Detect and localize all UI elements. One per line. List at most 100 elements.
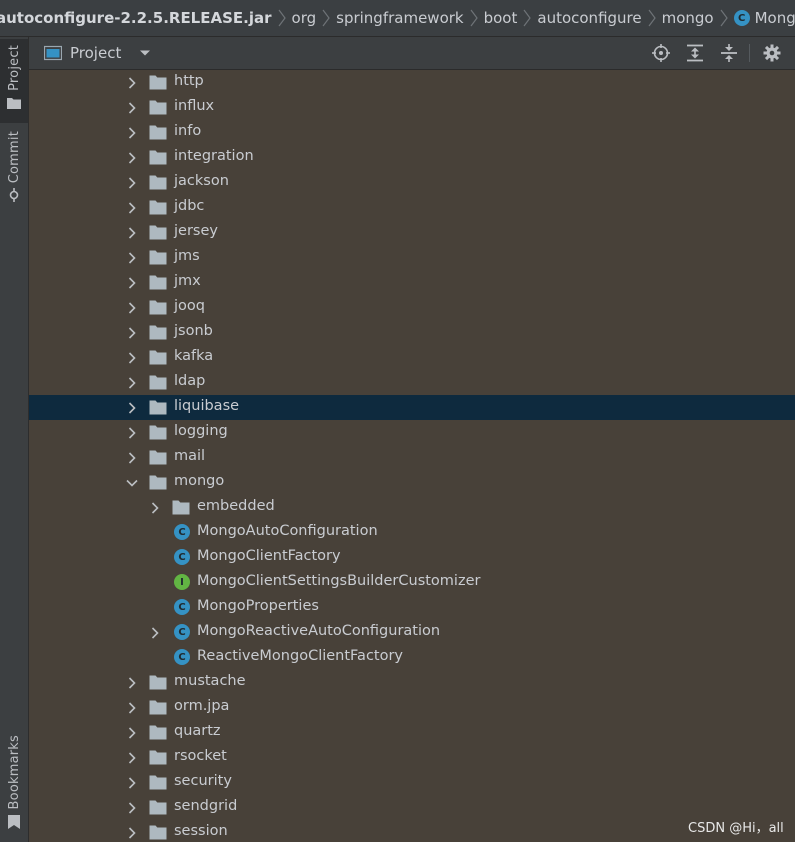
chevron-right-icon[interactable]	[126, 752, 138, 764]
chevron-down-icon[interactable]	[126, 477, 138, 489]
tree-folder-row[interactable]: influx	[29, 95, 795, 120]
class-icon: C	[733, 10, 750, 26]
bookmarks-tool-button[interactable]: Bookmarks	[0, 735, 28, 831]
tree-folder-row[interactable]: sendgrid	[29, 795, 795, 820]
tree-folder-row[interactable]: jms	[29, 245, 795, 270]
chevron-right-icon[interactable]	[126, 352, 138, 364]
tree-folder-row[interactable]: logging	[29, 420, 795, 445]
chevron-right-icon[interactable]	[126, 727, 138, 739]
tree-item-label: mustache	[174, 673, 246, 689]
chevron-right-icon[interactable]	[126, 202, 138, 214]
breadcrumb-separator-icon	[322, 9, 330, 27]
tree-folder-row[interactable]: jooq	[29, 295, 795, 320]
chevron-right-icon[interactable]	[126, 802, 138, 814]
tree-folder-row[interactable]: jdbc	[29, 195, 795, 220]
commit-icon	[9, 188, 19, 203]
chevron-right-icon[interactable]	[126, 102, 138, 114]
tree-folder-row[interactable]: liquibase	[29, 395, 795, 420]
tree-folder-row[interactable]: info	[29, 120, 795, 145]
chevron-right-icon[interactable]	[126, 77, 138, 89]
folder-icon	[149, 250, 167, 265]
header-divider	[749, 44, 750, 62]
navigation-breadcrumb: autoconfigure-2.2.5.RELEASE.jar org spring…	[0, 0, 795, 37]
tree-folder-row[interactable]: kafka	[29, 345, 795, 370]
tree-folder-row[interactable]: jmx	[29, 270, 795, 295]
tree-item-label: jackson	[174, 173, 229, 189]
breadcrumb-item[interactable]: mongo	[656, 9, 720, 27]
tree-item-label: integration	[174, 148, 254, 164]
tree-folder-row[interactable]: integration	[29, 145, 795, 170]
chevron-right-icon[interactable]	[126, 277, 138, 289]
tree-folder-row[interactable]: http	[29, 70, 795, 95]
chevron-right-icon[interactable]	[126, 327, 138, 339]
chevron-right-icon[interactable]	[126, 702, 138, 714]
tree-folder-row[interactable]: jersey	[29, 220, 795, 245]
chevron-right-icon[interactable]	[126, 177, 138, 189]
project-view-icon	[44, 45, 62, 61]
chevron-right-icon[interactable]	[126, 402, 138, 414]
chevron-right-icon[interactable]	[126, 252, 138, 264]
tree-class-row[interactable]: C MongoProperties	[29, 595, 795, 620]
view-selector-dropdown[interactable]	[139, 49, 151, 57]
breadcrumb-item[interactable]: org	[286, 9, 323, 27]
expand-all-button[interactable]	[685, 43, 705, 63]
commit-tool-button[interactable]: Commit	[0, 131, 28, 203]
class-icon: C	[174, 549, 190, 565]
expand-all-icon	[687, 44, 703, 62]
breadcrumb-item[interactable]: autoconfigure	[531, 9, 647, 27]
tree-folder-row[interactable]: mail	[29, 445, 795, 470]
chevron-right-icon[interactable]	[149, 627, 161, 639]
tree-folder-row[interactable]: security	[29, 770, 795, 795]
tree-item-label: kafka	[174, 348, 214, 364]
folder-icon	[149, 825, 167, 840]
tree-item-label: info	[174, 123, 202, 139]
tree-item-label: jdbc	[174, 198, 205, 214]
tree-folder-row[interactable]: ldap	[29, 370, 795, 395]
tree-folder-row[interactable]: embedded	[29, 495, 795, 520]
chevron-right-icon[interactable]	[149, 502, 161, 514]
chevron-right-icon[interactable]	[126, 377, 138, 389]
folder-icon	[172, 500, 190, 515]
tree-item-label: jooq	[174, 298, 205, 314]
settings-button[interactable]	[762, 43, 782, 63]
breadcrumb-current-class[interactable]: CMongoProperties	[728, 9, 795, 27]
tree-item-label: security	[174, 773, 232, 789]
breadcrumb-item[interactable]: boot	[478, 9, 524, 27]
breadcrumb-item[interactable]: autoconfigure-2.2.5.RELEASE.jar	[0, 9, 278, 27]
tree-folder-row[interactable]: jackson	[29, 170, 795, 195]
folder-icon	[149, 775, 167, 790]
tree-class-row[interactable]: C MongoAutoConfiguration	[29, 520, 795, 545]
chevron-right-icon[interactable]	[126, 827, 138, 839]
bookmarks-tool-label: Bookmarks	[6, 735, 22, 810]
tree-class-row[interactable]: I MongoClientSettingsBuilderCustomizer	[29, 570, 795, 595]
folder-icon	[149, 225, 167, 240]
bookmark-icon	[8, 815, 20, 830]
tree-class-row[interactable]: C ReactiveMongoClientFactory	[29, 645, 795, 670]
locate-button[interactable]	[651, 43, 671, 63]
tree-folder-row[interactable]: mongo	[29, 470, 795, 495]
tree-folder-row[interactable]: quartz	[29, 720, 795, 745]
breadcrumb-separator-icon	[278, 9, 286, 27]
chevron-right-icon[interactable]	[126, 427, 138, 439]
chevron-right-icon[interactable]	[126, 127, 138, 139]
tree-folder-row[interactable]: jsonb	[29, 320, 795, 345]
folder-icon	[149, 475, 167, 490]
tree-class-row[interactable]: C MongoReactiveAutoConfiguration	[29, 620, 795, 645]
chevron-right-icon[interactable]	[126, 227, 138, 239]
tree-folder-row[interactable]: rsocket	[29, 745, 795, 770]
breadcrumb-separator-icon	[648, 9, 656, 27]
tree-folder-row[interactable]: mustache	[29, 670, 795, 695]
breadcrumb-separator-icon	[720, 9, 728, 27]
tree-item-label: logging	[174, 423, 228, 439]
chevron-right-icon[interactable]	[126, 152, 138, 164]
collapse-all-button[interactable]	[719, 43, 739, 63]
project-tool-button[interactable]: Project	[0, 39, 28, 123]
breadcrumb-item[interactable]: springframework	[330, 9, 469, 27]
tree-class-row[interactable]: C MongoClientFactory	[29, 545, 795, 570]
tree-folder-row[interactable]: session	[29, 820, 795, 842]
tree-folder-row[interactable]: orm.jpa	[29, 695, 795, 720]
chevron-right-icon[interactable]	[126, 777, 138, 789]
chevron-right-icon[interactable]	[126, 302, 138, 314]
chevron-right-icon[interactable]	[126, 452, 138, 464]
chevron-right-icon[interactable]	[126, 677, 138, 689]
